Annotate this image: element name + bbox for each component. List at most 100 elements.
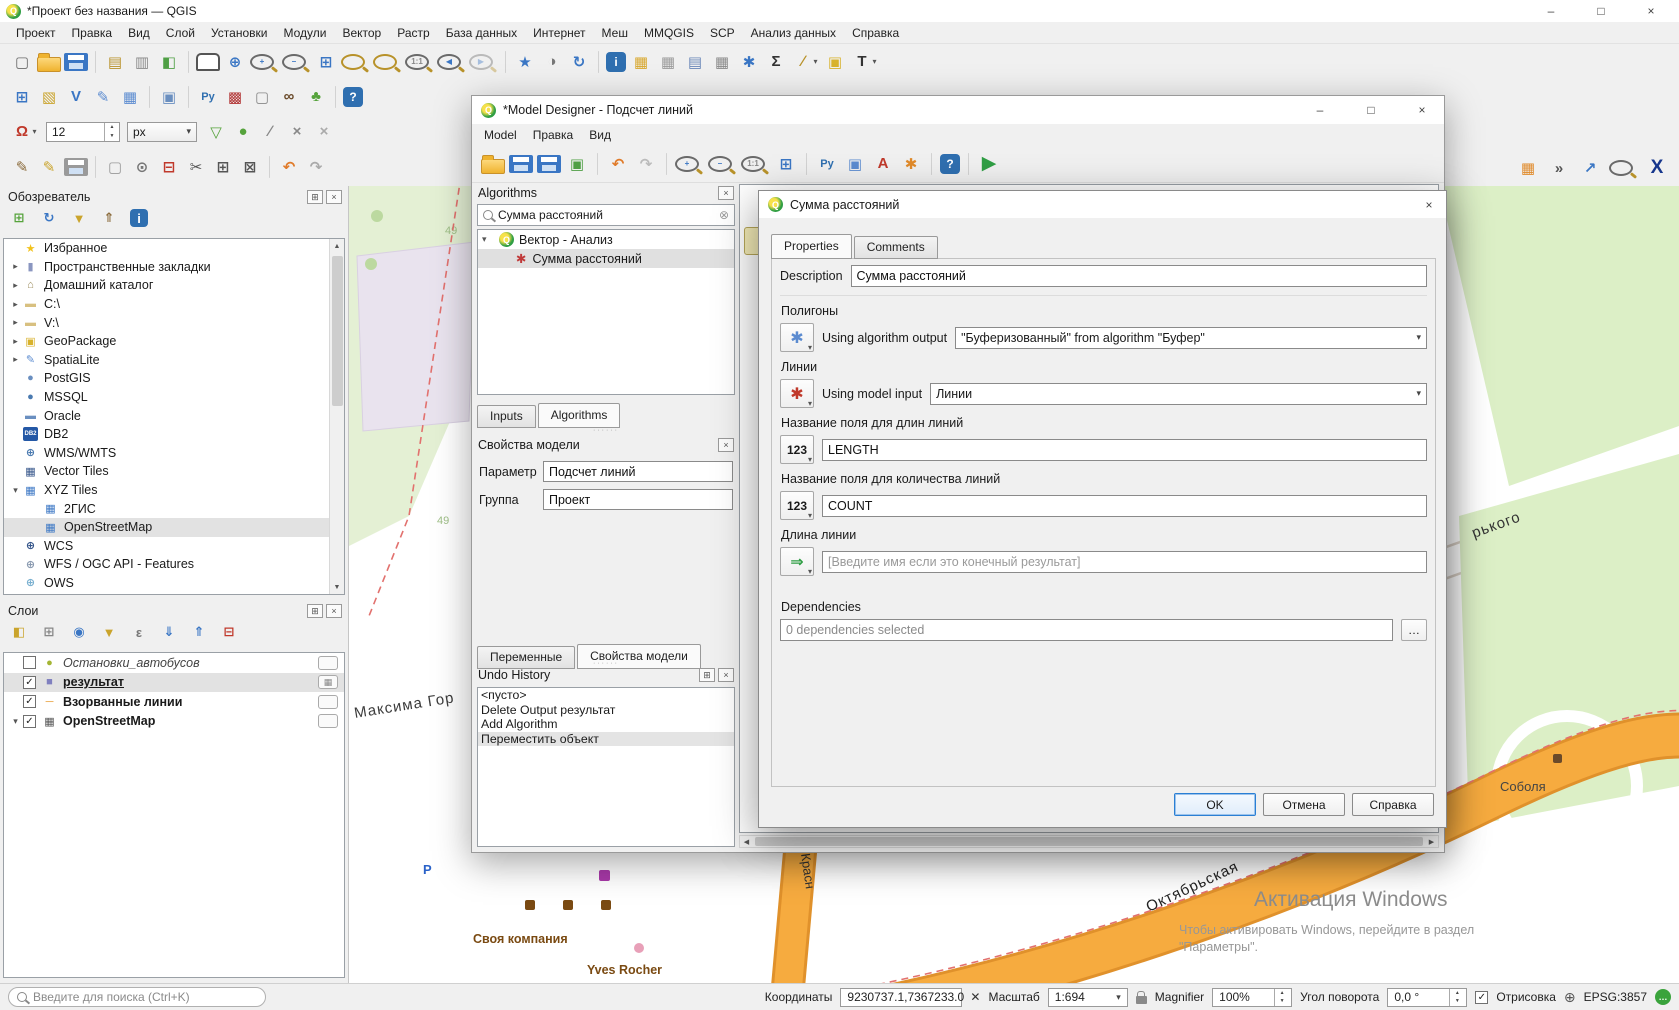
tab-properties[interactable]: Properties bbox=[771, 234, 852, 259]
processing-gear-icon[interactable]: ✱ bbox=[737, 50, 761, 74]
browser-scrollbar[interactable]: ▲ ▼ bbox=[329, 239, 344, 594]
browser-item-postgis[interactable]: ● PostGIS bbox=[4, 369, 344, 388]
save-edits-icon[interactable] bbox=[64, 158, 88, 176]
float-panel-icon[interactable]: ⊞ bbox=[307, 604, 323, 618]
layer-row-exploded-lines[interactable]: ✓ ─ Взорванные линии bbox=[4, 692, 344, 712]
redo-icon[interactable]: ↷ bbox=[634, 152, 658, 176]
scroll-right-icon[interactable]: ▶ bbox=[1425, 838, 1438, 846]
layer-visibility-checkbox[interactable]: ✓ bbox=[23, 695, 36, 708]
map-tips-icon[interactable]: ▣ bbox=[823, 50, 847, 74]
open-model-icon[interactable] bbox=[481, 159, 505, 174]
expand-arrow-icon[interactable]: ▸ bbox=[8, 299, 23, 310]
scroll-down-icon[interactable]: ▼ bbox=[334, 580, 341, 594]
snapping-tolerance-spinner[interactable]: 12 ▲ ▼ bbox=[46, 122, 120, 142]
save-model-as-icon[interactable] bbox=[537, 155, 561, 173]
delete-selected-icon[interactable]: ⊟ bbox=[157, 155, 181, 179]
render-checkbox[interactable]: ✓ bbox=[1475, 991, 1488, 1004]
profile-chart-icon[interactable]: ↗ bbox=[1578, 156, 1602, 180]
current-edits-icon[interactable]: ✎ bbox=[10, 155, 34, 179]
minimize-button[interactable]: – bbox=[1298, 99, 1342, 121]
temporal-controller-icon[interactable]: ◑ bbox=[540, 50, 564, 74]
browser-item-wcs[interactable]: ⊕ WCS bbox=[4, 537, 344, 556]
menu-item[interactable]: SCP bbox=[702, 24, 743, 42]
tab-comments[interactable]: Comments bbox=[854, 236, 938, 259]
expand-all-icon[interactable]: ⇓ bbox=[160, 623, 178, 641]
open-project-icon[interactable] bbox=[37, 57, 61, 72]
lock-scale-icon[interactable] bbox=[1136, 996, 1147, 1004]
spin-down-icon[interactable]: ▼ bbox=[1275, 997, 1289, 1006]
undo-history-item[interactable]: <пусто> bbox=[478, 688, 734, 703]
pan-map-icon[interactable] bbox=[196, 53, 220, 71]
snapping-unit-dropdown[interactable]: px ▾ bbox=[127, 122, 197, 142]
filter-legend-icon[interactable]: ▼ bbox=[100, 623, 118, 641]
browser-item-spatialite[interactable]: ▸ ✎ SpatiaLite bbox=[4, 351, 344, 370]
new-project-icon[interactable]: ▢ bbox=[10, 50, 34, 74]
expand-arrow-icon[interactable]: ▸ bbox=[8, 261, 23, 272]
epsg-label[interactable]: EPSG:3857 bbox=[1584, 990, 1647, 1004]
maximize-button[interactable]: □ bbox=[1579, 0, 1623, 22]
attribute-grid-icon[interactable]: ▦ bbox=[1516, 156, 1540, 180]
browser-item-vector-tiles[interactable]: ▦ Vector Tiles bbox=[4, 462, 344, 481]
close-button[interactable]: × bbox=[1400, 99, 1444, 121]
layer-visibility-icon[interactable]: ◉ bbox=[70, 623, 88, 641]
new-gpx-layer-icon[interactable]: ▣ bbox=[157, 85, 181, 109]
undo-history-item[interactable]: Add Algorithm bbox=[478, 717, 734, 732]
tab-algorithms[interactable]: Algorithms bbox=[538, 403, 621, 428]
menu-item[interactable]: Проект bbox=[8, 24, 64, 42]
layer-row-result[interactable]: ✓ ■ результат ▦ bbox=[4, 673, 344, 693]
browser-item-ows[interactable]: ⊕ OWS bbox=[4, 574, 344, 593]
line-length-output-input[interactable]: [Введите имя если это конечный результат… bbox=[822, 551, 1427, 573]
expand-arrow-icon[interactable]: ▾ bbox=[8, 485, 23, 496]
deselect-features-icon[interactable]: ▦ bbox=[656, 50, 680, 74]
add-selected-layer-icon[interactable]: ⊞ bbox=[10, 209, 28, 227]
algorithm-search-input[interactable]: Сумма расстояний ⊗ bbox=[477, 204, 735, 226]
close-panel-icon[interactable]: × bbox=[718, 668, 734, 682]
avoid-overlap-icon[interactable]: × bbox=[285, 120, 309, 144]
value-source-button[interactable]: ✱ ▾ bbox=[780, 323, 814, 352]
undo-icon[interactable]: ↶ bbox=[277, 155, 301, 179]
clear-search-icon[interactable]: ⊗ bbox=[719, 208, 729, 222]
zoom-full-icon[interactable]: ⊞ bbox=[774, 152, 798, 176]
zoom-in-icon[interactable]: + bbox=[675, 156, 699, 172]
browser-item-db2[interactable]: DB2 DB2 bbox=[4, 425, 344, 444]
coordinates-input[interactable]: 9230737.1,7367233.0 bbox=[840, 988, 962, 1007]
dropdown-icon[interactable]: ▾ bbox=[870, 50, 879, 74]
spin-up-icon[interactable]: ▲ bbox=[105, 123, 119, 132]
export-svg-icon[interactable]: ✱ bbox=[899, 152, 923, 176]
maximize-button[interactable]: □ bbox=[1349, 99, 1393, 121]
value-source-button[interactable]: ✱ ▾ bbox=[780, 379, 814, 408]
filter-expression-icon[interactable]: ε bbox=[130, 623, 148, 641]
ok-button[interactable]: OK bbox=[1174, 793, 1256, 816]
menu-item[interactable]: Справка bbox=[844, 24, 907, 42]
algorithm-item-row[interactable]: ✱ Сумма расстояний bbox=[478, 249, 734, 268]
menu-item[interactable]: Растр bbox=[389, 24, 437, 42]
new-shapefile-icon[interactable]: ▧ bbox=[37, 85, 61, 109]
algorithm-group-row[interactable]: ▾ Q Вектор - Анализ bbox=[478, 230, 734, 249]
vertex-tool-icon[interactable]: ⊙ bbox=[130, 155, 154, 179]
layout-manager-icon[interactable]: ▥ bbox=[130, 50, 154, 74]
undo-icon[interactable]: ↶ bbox=[606, 152, 630, 176]
menu-item[interactable]: Меш bbox=[594, 24, 636, 42]
trace-icon[interactable]: ∕ bbox=[258, 120, 282, 144]
close-panel-icon[interactable]: × bbox=[718, 186, 734, 200]
collapse-all-layers-icon[interactable]: ⇑ bbox=[190, 623, 208, 641]
leaf-plugin-icon[interactable]: ♣ bbox=[304, 85, 328, 109]
refresh-map-icon[interactable]: ↻ bbox=[567, 50, 591, 74]
menu-item[interactable]: Модули bbox=[275, 24, 334, 42]
pan-to-selection-icon[interactable]: ⊕ bbox=[223, 50, 247, 74]
layer-styling-icon[interactable]: ◧ bbox=[10, 623, 28, 641]
layer-row-bus-stops[interactable]: ● Остановки_автобусов bbox=[4, 653, 344, 673]
scroll-thumb[interactable] bbox=[332, 256, 343, 406]
zoom-next-icon[interactable]: ▶ bbox=[469, 54, 493, 70]
browser-item-v-drive[interactable]: ▸ ▬ V:\ bbox=[4, 313, 344, 332]
menu-item[interactable]: Вид bbox=[581, 126, 619, 144]
dependencies-input[interactable]: 0 dependencies selected bbox=[780, 619, 1393, 641]
export-pdf-icon[interactable]: A bbox=[871, 152, 895, 176]
menu-item[interactable]: База данных bbox=[438, 24, 525, 42]
add-group-icon[interactable]: ⊞ bbox=[40, 623, 58, 641]
snapping-mode-icon[interactable]: ▾ bbox=[30, 120, 39, 144]
field-calculator-icon[interactable]: ▦ bbox=[710, 50, 734, 74]
browser-item-spatial-bookmarks[interactable]: ▸ ▮ Пространственные закладки bbox=[4, 258, 344, 277]
export-model-image-icon[interactable]: ▣ bbox=[565, 152, 589, 176]
browser-item-xyz-tiles[interactable]: ▾ ▦ XYZ Tiles bbox=[4, 481, 344, 500]
